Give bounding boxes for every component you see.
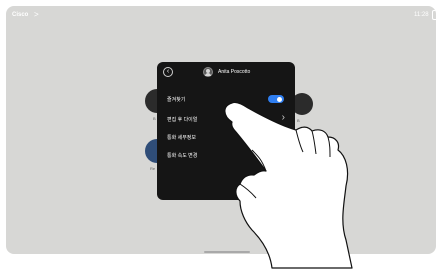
panel-header: ‹ Anita Poscotto xyxy=(157,62,295,82)
menu-item-call-details[interactable]: 통화 세부정보 › xyxy=(157,128,295,148)
menu-item-label: 즐겨찾기 xyxy=(167,97,186,103)
top-bar: Cisco > 11:28 N xyxy=(6,6,436,26)
chevron-left-icon: ‹ xyxy=(166,68,170,75)
home-indicator xyxy=(204,251,250,253)
menu-item-label: 통화 세부정보 xyxy=(167,135,196,141)
call-options-panel: ‹ Anita Poscotto 즐겨찾기 편집 후 다이얼 › 통화 세부정보… xyxy=(157,62,295,200)
back-button[interactable]: ‹ xyxy=(163,67,173,77)
menu-item-label: 통화 속도 변경 xyxy=(167,153,198,159)
contact-name: Anita Poscotto xyxy=(218,69,251,75)
chevron-right-icon: › xyxy=(281,130,285,141)
status-indicator-icon[interactable]: N xyxy=(432,10,436,20)
menu-item-label: 편집 후 다이얼 xyxy=(167,117,198,123)
background-tile-label: B xyxy=(297,118,300,123)
menu-item-edit-and-dial[interactable]: 편집 후 다이얼 › xyxy=(157,110,295,130)
menu-item-change-call-rate[interactable]: 통화 속도 변경 xyxy=(157,146,295,166)
brand-chevron-icon[interactable]: > xyxy=(34,10,39,19)
background-tile-label: B xyxy=(153,116,156,121)
toggle-knob xyxy=(277,96,282,102)
clock: 11:28 xyxy=(414,12,429,18)
brand-label[interactable]: Cisco xyxy=(12,12,28,18)
menu-item-favorite[interactable]: 즐겨찾기 xyxy=(157,90,295,110)
chevron-right-icon: › xyxy=(281,112,285,123)
background-tile-label: Re xyxy=(150,166,156,171)
favorite-toggle[interactable] xyxy=(268,95,284,103)
person-avatar-icon xyxy=(203,67,213,77)
